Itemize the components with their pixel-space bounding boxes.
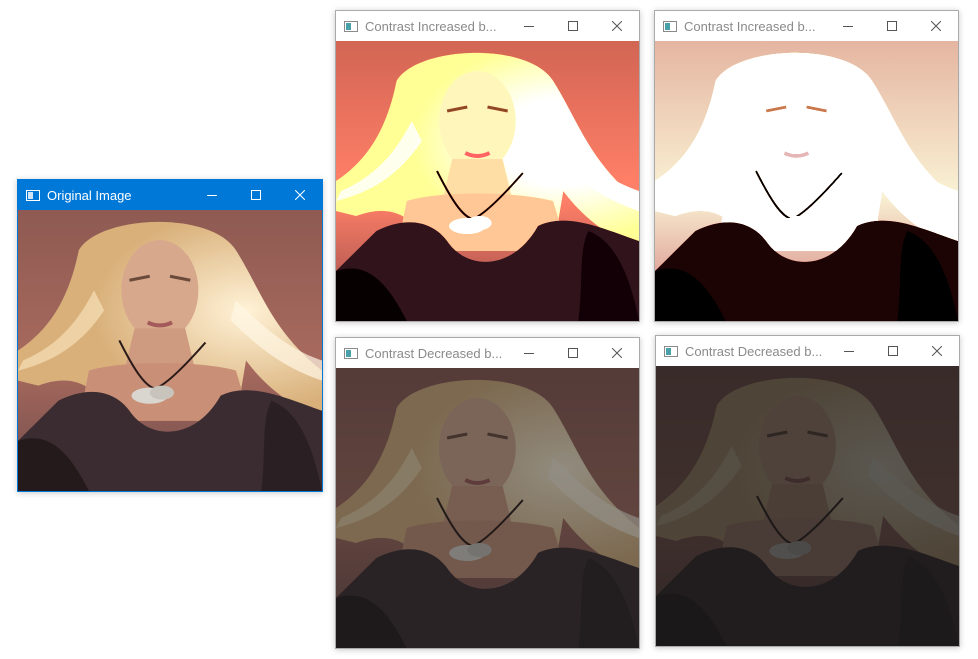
- image-view: [656, 366, 959, 646]
- window-contrast-decreased-2[interactable]: Contrast Decreased b...: [655, 335, 960, 647]
- window-title: Original Image: [47, 187, 132, 203]
- close-button[interactable]: [595, 11, 639, 41]
- maximize-icon: [888, 346, 898, 356]
- window-title: Contrast Increased b...: [365, 18, 497, 34]
- title-bar[interactable]: Contrast Increased b...: [655, 11, 958, 41]
- maximize-icon: [887, 21, 897, 31]
- minimize-icon: [844, 351, 854, 352]
- title-bar[interactable]: Contrast Decreased b...: [656, 336, 959, 366]
- contrast-decreased-photo: [336, 368, 639, 648]
- close-icon: [295, 190, 305, 200]
- app-icon: [344, 347, 358, 359]
- minimize-icon: [524, 26, 534, 27]
- close-icon: [931, 21, 941, 31]
- maximize-button[interactable]: [871, 336, 915, 366]
- title-bar[interactable]: Contrast Increased b...: [336, 11, 639, 41]
- app-icon: [663, 20, 677, 32]
- window-contrast-increased-1[interactable]: Contrast Increased b...: [335, 10, 640, 322]
- app-icon: [344, 20, 358, 32]
- close-icon: [612, 348, 622, 358]
- close-icon: [932, 346, 942, 356]
- minimize-button[interactable]: [826, 11, 870, 41]
- app-icon: [26, 189, 40, 201]
- minimize-icon: [524, 353, 534, 354]
- minimize-icon: [843, 26, 853, 27]
- contrast-decreased-photo: [656, 366, 959, 646]
- title-bar[interactable]: Original Image: [18, 180, 322, 210]
- close-button[interactable]: [595, 338, 639, 368]
- maximize-icon: [251, 190, 261, 200]
- close-button[interactable]: [915, 336, 959, 366]
- window-title: Contrast Increased b...: [684, 18, 816, 34]
- window-contrast-increased-2[interactable]: Contrast Increased b...: [654, 10, 959, 322]
- title-bar[interactable]: Contrast Decreased b...: [336, 338, 639, 368]
- window-title: Contrast Decreased b...: [365, 345, 503, 361]
- window-contrast-decreased-1[interactable]: Contrast Decreased b...: [335, 337, 640, 649]
- minimize-button[interactable]: [507, 338, 551, 368]
- app-icon: [664, 345, 678, 357]
- minimize-button[interactable]: [507, 11, 551, 41]
- minimize-button[interactable]: [827, 336, 871, 366]
- contrast-increased-photo: [336, 41, 639, 321]
- maximize-icon: [568, 21, 578, 31]
- contrast-increased-photo: [655, 41, 958, 321]
- close-button[interactable]: [278, 180, 322, 210]
- minimize-button[interactable]: [190, 180, 234, 210]
- maximize-icon: [568, 348, 578, 358]
- image-view: [336, 41, 639, 321]
- minimize-icon: [207, 195, 217, 196]
- window-title: Contrast Decreased b...: [685, 343, 823, 359]
- close-button[interactable]: [914, 11, 958, 41]
- image-view: [655, 41, 958, 321]
- close-icon: [612, 21, 622, 31]
- original-photo: [18, 210, 322, 491]
- image-view: [336, 368, 639, 648]
- maximize-button[interactable]: [870, 11, 914, 41]
- window-original-image[interactable]: Original Image: [17, 179, 323, 492]
- maximize-button[interactable]: [234, 180, 278, 210]
- image-view: [18, 210, 322, 491]
- maximize-button[interactable]: [551, 338, 595, 368]
- maximize-button[interactable]: [551, 11, 595, 41]
